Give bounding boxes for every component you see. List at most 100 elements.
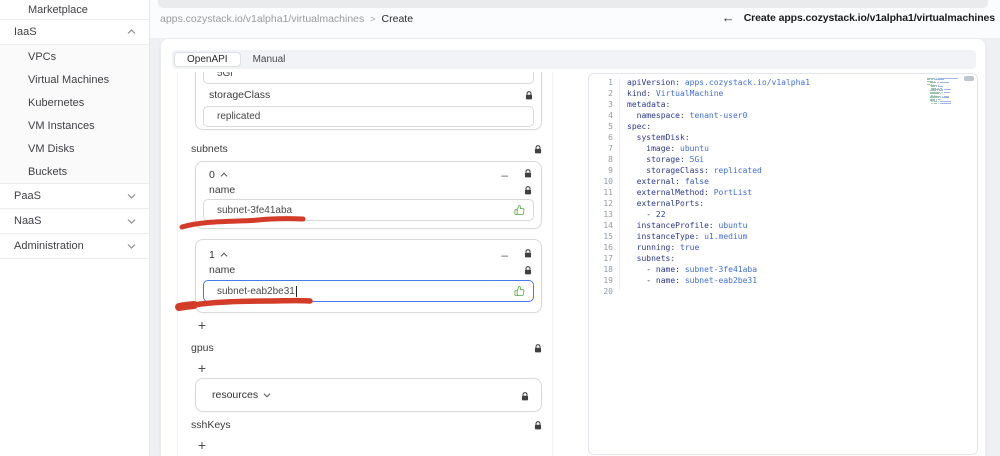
lock-icon[interactable] [534,144,542,154]
code-line: 14 instanceProfile: ubuntu [603,221,748,230]
sidebar-item-vm-disks[interactable]: VM Disks [0,137,149,160]
code-line: 10 external: false [603,177,709,186]
sshkeys-label: sshKeys [191,419,231,431]
chevron-down-icon [127,192,136,201]
back-arrow-icon[interactable]: ← [722,11,735,24]
subnet-item-index: 0 [209,169,215,181]
subnet-name-label: name [209,264,236,276]
subnet-name-value: subnet-eab2be31 [217,285,295,297]
tab-manual[interactable]: Manual [241,52,298,67]
yaml-editor[interactable]: 1 apiVersion: apps.cozystack.io/v1alpha1 2… [588,73,978,455]
remove-subnet-button[interactable]: – [501,249,508,261]
system-disk-group: 5Gi storageClass replicated [195,72,542,130]
storage-input[interactable]: 5Gi [203,72,534,84]
sidebar-item-label: Marketplace [28,3,88,16]
sidebar-item-vpcs[interactable]: VPCs [0,45,149,68]
lock-icon[interactable] [524,186,532,195]
subnet-item-1-header[interactable]: 1 [209,249,228,261]
subnet-name-input-1[interactable]: subnet-eab2be31 [203,280,534,302]
code-line: 17 subnets: [603,254,676,263]
subnet-item-1: 1 – name subnet-eab2be31 [195,239,542,313]
tab-openapi[interactable]: OpenAPI [174,52,241,67]
code-line: 1 apiVersion: apps.cozystack.io/v1alpha1 [608,78,811,87]
subnet-item-index: 1 [209,249,215,261]
sidebar-group-paas[interactable]: PaaS [0,184,149,209]
lock-icon[interactable] [534,420,542,430]
storage-value: 5Gi [217,72,233,79]
code-line: 18 - name: subnet-3fe41aba [603,265,758,274]
sidebar-item-label: Kubernetes [28,96,85,109]
gpus-label: gpus [191,342,214,354]
resources-label: resources [212,389,259,401]
lock-icon[interactable] [534,343,542,353]
page-header: ← Create apps.cozystack.io/v1alpha1/virt… [722,11,995,24]
subnet-name-label: name [209,184,236,196]
sidebar-group-administration[interactable]: Administration [0,234,149,259]
sidebar-item-label: Virtual Machines [28,73,110,86]
sidebar-item-label: VPCs [28,50,57,63]
chevron-down-icon [127,217,136,226]
sidebar-item-kubernetes[interactable]: Kubernetes [0,91,149,114]
subnet-item-0-header[interactable]: 0 [209,169,228,181]
sidebar-submenu-iaas: VPCs Virtual Machines Kubernetes VM Inst… [0,45,149,184]
app-root: apps.cozystack.io/v1alpha1/virtualmachin… [0,0,1000,456]
lock-icon[interactable] [524,249,532,258]
add-sshkey-button[interactable]: + [192,435,212,455]
lock-icon[interactable] [521,392,529,401]
breadcrumb: apps.cozystack.io/v1alpha1/virtualmachin… [160,13,413,25]
sidebar-item-vm-instances[interactable]: VM Instances [0,114,149,137]
sidebar-group-naas[interactable]: NaaS [0,209,149,234]
subnet-item-0: 0 – name subnet-3fe41aba [195,161,542,229]
page-title: Create apps.cozystack.io/v1alpha1/virtua… [743,11,995,24]
sidebar: Marketplace IaaS VPCs Virtual Machines K… [0,0,150,456]
subnet-name-value: subnet-3fe41aba [217,204,293,216]
add-gpu-button[interactable]: + [192,358,212,378]
sidebar-item-buckets[interactable]: Buckets [0,160,149,183]
code-line: 3 metadata: [608,100,671,109]
code-line: 20 [603,287,613,296]
sidebar-group-iaas[interactable]: IaaS [0,20,149,45]
subnets-label: subnets [191,143,228,155]
code-line: 11 externalMethod: PortList [603,188,753,197]
add-subnet-button[interactable]: + [192,315,212,335]
thumbs-up-icon[interactable] [514,204,525,216]
sidebar-item-virtual-machines[interactable]: Virtual Machines [0,68,149,91]
sidebar-item-marketplace[interactable]: Marketplace [0,0,149,20]
code-line: 15 instanceType: u1.medium [603,232,748,241]
code-line: 7 image: ubuntu [608,144,709,153]
minimap-slider[interactable] [964,76,974,81]
code-line: 2 kind: VirtualMachine [608,89,724,98]
code-lines: 1 apiVersion: apps.cozystack.io/v1alpha1 2… [589,77,977,297]
chevron-down-icon [127,242,136,251]
code-line: 8 storage: 5Gi [608,155,705,164]
sidebar-group-label: PaaS [14,190,41,202]
chevron-down-icon [263,393,271,398]
remove-subnet-button[interactable]: – [501,169,508,181]
minimap[interactable] [927,78,965,106]
collapsed-header-bar [158,0,988,8]
create-form-panel: OpenAPI Manual 5Gi storageClass replicat… [160,38,986,456]
lock-icon[interactable] [525,90,533,100]
sidebar-group-label: IaaS [14,26,37,38]
code-line: 9 storageClass: replicated [608,166,762,175]
code-line: 19 - name: subnet-eab2be31 [603,276,758,285]
subnet-name-input-0[interactable]: subnet-3fe41aba [203,199,534,221]
storageclass-input[interactable]: replicated [203,106,534,127]
code-line: 16 running: true [603,243,700,252]
code-line: 13 - 22 [603,210,666,219]
lock-icon[interactable] [524,169,532,178]
chevron-up-icon [220,172,228,177]
sidebar-item-label: VM Disks [28,142,75,155]
sidebar-group-label: Administration [14,240,84,252]
openapi-form: 5Gi storageClass replicated subnets 0 – … [177,72,553,456]
chevron-up-icon [220,252,228,257]
resources-group[interactable]: resources [195,378,542,412]
code-line: 12 externalPorts: [603,199,705,208]
editor-mode-tabs: OpenAPI Manual [172,50,976,69]
chevron-up-icon [127,28,136,37]
storageclass-value: replicated [217,111,261,122]
code-line: 5 spec: [608,122,652,131]
breadcrumb-path[interactable]: apps.cozystack.io/v1alpha1/virtualmachin… [160,13,364,25]
lock-icon[interactable] [524,266,532,275]
thumbs-up-icon[interactable] [514,285,525,297]
